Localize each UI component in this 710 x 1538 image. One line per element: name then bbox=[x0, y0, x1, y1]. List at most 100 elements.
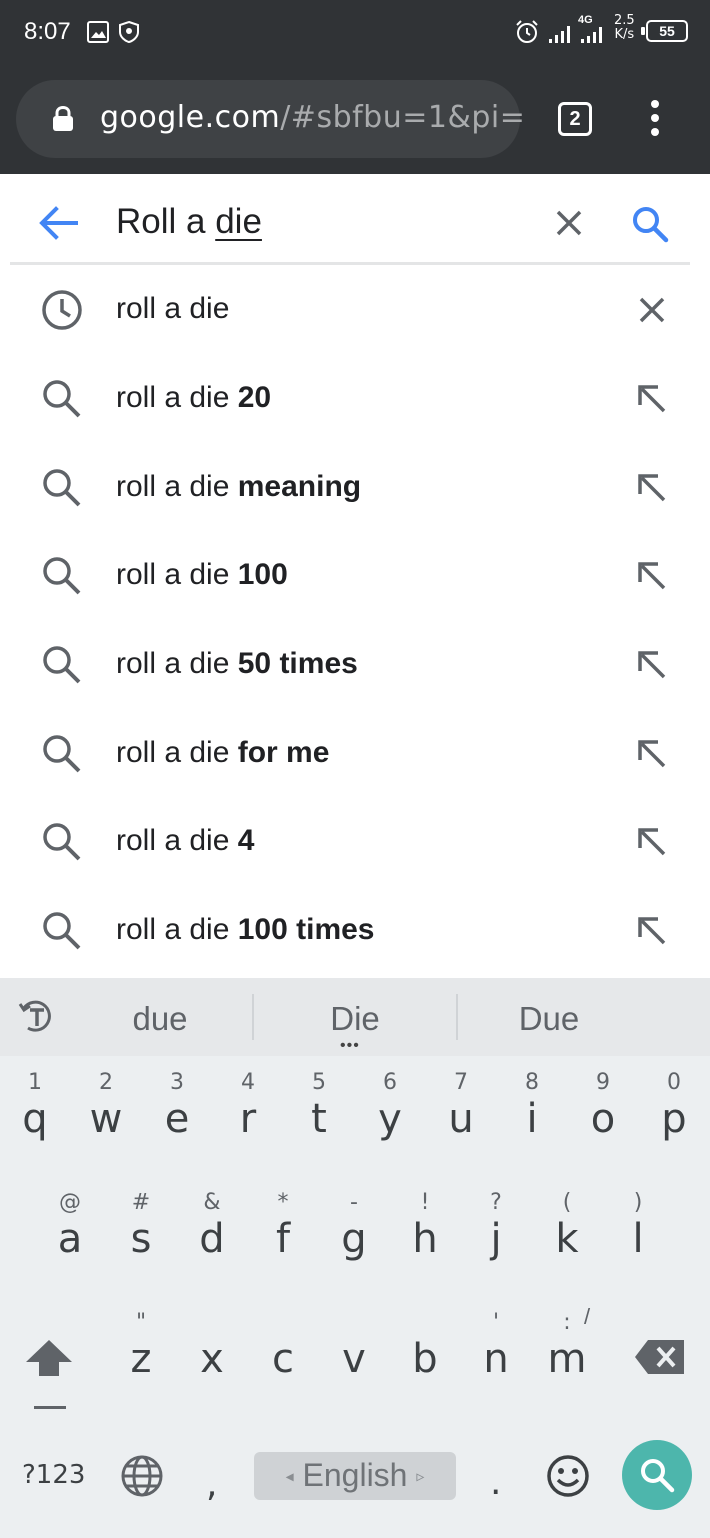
key-x[interactable]: x bbox=[177, 1310, 247, 1382]
key-b[interactable]: b bbox=[390, 1310, 460, 1382]
back-arrow-icon[interactable] bbox=[38, 204, 78, 242]
fill-arrow-icon[interactable] bbox=[632, 379, 672, 419]
search-icon bbox=[641, 1459, 675, 1493]
status-bar: 8:07 4G 2.5 K/s 55 bbox=[0, 0, 710, 62]
key-g[interactable]: -g bbox=[319, 1190, 389, 1262]
key-w[interactable]: 2w bbox=[71, 1070, 141, 1142]
search-row: Roll a die bbox=[0, 174, 710, 266]
keyboard-suggestion-strip: due Die ••• Due bbox=[0, 978, 710, 1056]
clear-icon[interactable] bbox=[556, 210, 582, 236]
key-p[interactable]: 0p bbox=[639, 1070, 709, 1142]
keyboard-suggestion-3[interactable]: Due bbox=[449, 1000, 649, 1038]
key-q[interactable]: 1q bbox=[0, 1070, 70, 1142]
signal-icon bbox=[549, 26, 570, 43]
fill-arrow-icon[interactable] bbox=[632, 911, 672, 951]
status-time: 8:07 bbox=[24, 18, 71, 45]
keyboard-suggestion-1[interactable]: due bbox=[60, 1000, 260, 1038]
key-l[interactable]: ) l bbox=[603, 1190, 673, 1262]
shield-icon bbox=[119, 20, 139, 44]
suggestion-item[interactable]: roll a die 100 times bbox=[0, 887, 710, 976]
shift-icon[interactable] bbox=[24, 1338, 74, 1380]
keyboard-suggestion-2[interactable]: Die bbox=[255, 1000, 455, 1038]
key-m-alt-hint: / bbox=[584, 1304, 591, 1329]
emoji-icon[interactable] bbox=[546, 1454, 590, 1498]
key-c[interactable]: c bbox=[248, 1310, 318, 1382]
search-query-prefix: Roll a bbox=[116, 202, 216, 241]
key-j[interactable]: ? j bbox=[461, 1190, 531, 1262]
search-input[interactable]: Roll a die bbox=[116, 202, 262, 242]
key-d[interactable]: & d bbox=[177, 1190, 247, 1262]
browser-toolbar: google.com/#sbfbu=1&pi= 2 bbox=[0, 62, 710, 174]
key-k[interactable]: (k bbox=[532, 1190, 602, 1262]
key-m[interactable]: :m bbox=[532, 1310, 602, 1382]
globe-icon[interactable] bbox=[120, 1454, 164, 1498]
space-bar[interactable]: ◂ English ▹ bbox=[254, 1452, 456, 1500]
suggestion-item[interactable]: roll a die 20 bbox=[0, 355, 710, 444]
fill-arrow-icon[interactable] bbox=[632, 734, 672, 774]
soft-keyboard: due Die ••• Due 1q 2w 3e 4r 5t 6y 7u 8i … bbox=[0, 978, 710, 1538]
url-host: google.com bbox=[100, 100, 281, 135]
key-a[interactable]: @ a bbox=[35, 1190, 105, 1262]
search-icon bbox=[43, 823, 81, 861]
key-o[interactable]: 9o bbox=[568, 1070, 638, 1142]
key-i[interactable]: 8i bbox=[497, 1070, 567, 1142]
suggestion-text: roll a die 50 times bbox=[116, 647, 358, 680]
search-icon bbox=[43, 557, 81, 595]
period-key[interactable]: . bbox=[490, 1462, 501, 1503]
key-r[interactable]: 4r bbox=[213, 1070, 283, 1142]
suggestion-text: roll a die bbox=[116, 292, 230, 325]
backspace-icon[interactable] bbox=[634, 1338, 686, 1376]
overflow-menu-button[interactable] bbox=[645, 100, 665, 140]
net-speed: 2.5 K/s bbox=[614, 14, 635, 42]
fill-arrow-icon[interactable] bbox=[632, 645, 672, 685]
key-v[interactable]: v bbox=[319, 1310, 389, 1382]
search-icon bbox=[43, 912, 81, 950]
search-icon bbox=[43, 735, 81, 773]
network-type-label: 4G bbox=[578, 14, 593, 26]
comma-key[interactable]: , bbox=[206, 1464, 217, 1505]
lock-icon[interactable] bbox=[52, 106, 74, 132]
signal-4g-icon bbox=[581, 27, 602, 43]
space-bar-label: English bbox=[302, 1457, 408, 1493]
suggestion-text: roll a die for me bbox=[116, 736, 330, 769]
key-h[interactable]: ! h bbox=[390, 1190, 460, 1262]
url-path: /#sbfbu=1&pi= bbox=[280, 100, 526, 135]
key-e[interactable]: 3e bbox=[142, 1070, 212, 1142]
suggestion-item[interactable]: roll a die for me bbox=[0, 710, 710, 799]
alarm-icon bbox=[516, 20, 538, 43]
remove-icon[interactable] bbox=[632, 290, 672, 330]
key-z[interactable]: " z bbox=[106, 1310, 176, 1382]
suggestion-item[interactable]: roll a die meaning bbox=[0, 444, 710, 533]
search-icon bbox=[43, 469, 81, 507]
fill-arrow-icon[interactable] bbox=[632, 556, 672, 596]
key-f[interactable]: * f bbox=[248, 1190, 318, 1262]
url-text[interactable]: google.com/#sbfbu=1&pi= bbox=[100, 100, 525, 135]
translate-icon[interactable] bbox=[18, 998, 54, 1034]
key-u[interactable]: 7u bbox=[426, 1070, 496, 1142]
suggestion-text: roll a die 100 times bbox=[116, 913, 375, 946]
suggestion-text: roll a die 20 bbox=[116, 381, 272, 414]
key-s[interactable]: # s bbox=[106, 1190, 176, 1262]
address-bar[interactable]: google.com/#sbfbu=1&pi= bbox=[16, 80, 525, 158]
key-y[interactable]: 6y bbox=[355, 1070, 425, 1142]
suggestion-item[interactable]: roll a die bbox=[0, 266, 710, 355]
suggestion-item[interactable]: roll a die 100 bbox=[0, 532, 710, 621]
suggestion-item[interactable]: roll a die 4 bbox=[0, 798, 710, 887]
fill-arrow-icon[interactable] bbox=[632, 468, 672, 508]
search-icon bbox=[43, 646, 81, 684]
key-t[interactable]: 5t bbox=[284, 1070, 354, 1142]
search-icon[interactable] bbox=[630, 204, 670, 244]
suggestion-item[interactable]: roll a die 50 times bbox=[0, 621, 710, 710]
more-suggestions-dots: ••• bbox=[340, 1037, 360, 1054]
tab-switcher-button[interactable]: 2 bbox=[558, 102, 592, 136]
key-n[interactable]: ' n bbox=[461, 1310, 531, 1382]
suggestion-text: roll a die 100 bbox=[116, 558, 288, 591]
fill-arrow-icon[interactable] bbox=[632, 822, 672, 862]
gallery-icon bbox=[87, 21, 109, 43]
suggestion-text: roll a die meaning bbox=[116, 470, 362, 503]
keyboard-search-button[interactable] bbox=[622, 1440, 692, 1510]
symbols-key[interactable]: ?123 bbox=[22, 1460, 85, 1490]
search-icon bbox=[43, 380, 81, 418]
suggestion-text: roll a die 4 bbox=[116, 824, 255, 857]
history-icon bbox=[42, 290, 82, 330]
